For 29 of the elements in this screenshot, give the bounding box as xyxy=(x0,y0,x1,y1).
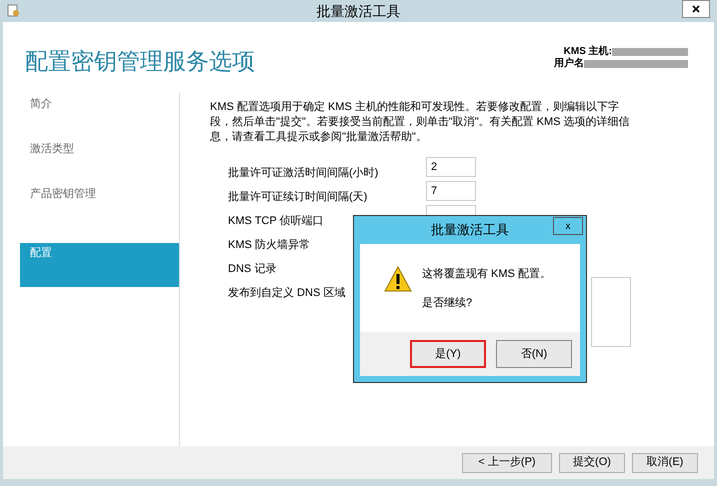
app-icon xyxy=(7,4,21,18)
close-button[interactable] xyxy=(682,0,710,18)
dialog-button[interactable]: 是(Y) xyxy=(410,340,486,368)
dialog-button[interactable]: 否(N) xyxy=(496,340,572,368)
dialog-title: 批量激活工具 xyxy=(431,221,509,240)
description-text: KMS 配置选项用于确定 KMS 主机的性能和可发现性。若要修改配置，则编辑以下字段，然后单击"提交"。若要接受当前配置，则单击"取消"。有关配置 KMS 选项的详细信息，请查看工具提示或参阅"批量激活帮助"。 xyxy=(210,100,631,145)
input-field[interactable]: 2 xyxy=(426,157,476,177)
wizard-button[interactable]: 取消(E) xyxy=(632,452,698,472)
setting-label: 批量许可证续订时间间隔(天) xyxy=(228,191,368,203)
warning-icon xyxy=(384,266,412,292)
page-heading: 配置密钥管理服务选项 xyxy=(25,47,255,76)
close-button[interactable]: x xyxy=(553,217,583,235)
close-icon xyxy=(692,5,700,13)
setting-label: 发布到自定义 DNS 区域 xyxy=(228,287,346,299)
sidebar-item[interactable]: 激活类型 xyxy=(20,139,179,184)
setting-label: 批量许可证激活时间间隔(小时) xyxy=(228,167,378,179)
setting-label: KMS 防火墙异常 xyxy=(228,239,310,251)
window-title: 批量激活工具 xyxy=(316,2,400,20)
host-label: KMS 主机: xyxy=(564,46,612,57)
sidebar-item[interactable]: 简介 xyxy=(20,94,179,139)
wizard-button[interactable]: < 上一步(P) xyxy=(462,452,552,472)
setting-label: DNS 记录 xyxy=(228,263,276,275)
user-label: 用户名 xyxy=(554,58,584,70)
wizard-button[interactable]: 提交(O) xyxy=(559,452,625,472)
sidebar-item[interactable]: 产品密钥管理 xyxy=(20,184,179,229)
dialog-message: 这将覆盖现有 KMS 配置。 xyxy=(422,266,551,282)
setting-label: KMS TCP 侦听端口 xyxy=(228,215,324,227)
dialog-question: 是否继续? xyxy=(422,296,474,310)
input-field[interactable]: 7 xyxy=(426,181,476,201)
